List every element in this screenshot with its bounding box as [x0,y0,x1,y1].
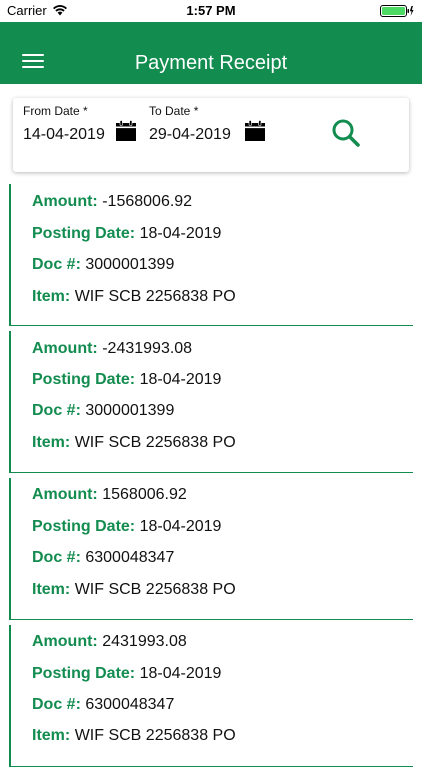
status-bar: Carrier 1:57 PM [0,0,422,22]
item-row: Item: WIF SCB 2256838 PO [32,433,236,453]
item-label: Item: [32,581,71,598]
from-date-value[interactable]: 14-04-2019 [23,125,105,145]
doc-row: Doc #: 3000001399 [32,255,174,275]
doc-value: 3000001399 [85,402,175,419]
calendar-icon[interactable] [244,120,266,142]
amount-label: Amount: [32,633,98,650]
item-row: Item: WIF SCB 2256838 PO [32,580,236,600]
doc-value: 6300048347 [85,696,175,713]
posting-date-label: Posting Date: [32,665,136,682]
app-header: Payment Receipt [0,22,422,84]
page-title: Payment Receipt [134,52,288,74]
item-row: Item: WIF SCB 2256838 PO [32,726,236,746]
amount-value: 2431993.08 [102,633,187,650]
item-value: WIF SCB 2256838 PO [74,581,236,598]
receipt-card[interactable]: Amount: -2431993.08 Posting Date: 18-04-… [9,331,413,473]
amount-value: -1568006.92 [102,193,193,210]
posting-date-value: 18-04-2019 [139,225,222,242]
to-date-label: To Date * [149,104,199,118]
doc-label: Doc #: [32,402,81,419]
doc-value: 3000001399 [85,256,175,273]
date-filter-card: From Date * 14-04-2019 To Date * 29-04-2… [13,98,409,172]
doc-value: 6300048347 [85,549,175,566]
amount-row: Amount: 2431993.08 [32,632,187,652]
posting-date-value: 18-04-2019 [139,518,222,535]
receipt-card[interactable]: Amount: 1568006.92 Posting Date: 18-04-2… [9,478,413,620]
posting-date-label: Posting Date: [32,225,136,242]
from-date-field[interactable]: From Date * 14-04-2019 [23,104,105,145]
posting-date-label: Posting Date: [32,371,136,388]
item-label: Item: [32,434,71,451]
item-value: WIF SCB 2256838 PO [74,288,236,305]
amount-row: Amount: -1568006.92 [32,192,192,212]
doc-label: Doc #: [32,549,81,566]
doc-label: Doc #: [32,696,81,713]
battery-icon [380,5,414,17]
posting-date-value: 18-04-2019 [139,371,222,388]
calendar-icon[interactable] [115,120,137,142]
item-label: Item: [32,288,71,305]
status-time: 1:57 PM [186,3,236,18]
search-icon[interactable] [330,117,362,149]
amount-label: Amount: [32,340,98,357]
to-date-field[interactable]: To Date * 29-04-2019 [149,104,231,145]
amount-label: Amount: [32,486,98,503]
amount-row: Amount: 1568006.92 [32,485,187,505]
receipt-card[interactable]: Amount: 2431993.08 Posting Date: 18-04-2… [9,625,413,767]
item-value: WIF SCB 2256838 PO [74,727,236,744]
doc-row: Doc #: 6300048347 [32,548,174,568]
doc-label: Doc #: [32,256,81,273]
doc-row: Doc #: 6300048347 [32,695,174,715]
posting-date-row: Posting Date: 18-04-2019 [32,224,221,244]
item-value: WIF SCB 2256838 PO [74,434,236,451]
doc-row: Doc #: 3000001399 [32,401,174,421]
posting-date-row: Posting Date: 18-04-2019 [32,664,221,684]
posting-date-row: Posting Date: 18-04-2019 [32,370,221,390]
amount-value: 1568006.92 [102,486,187,503]
posting-date-label: Posting Date: [32,518,136,535]
receipt-card[interactable]: Amount: -1568006.92 Posting Date: 18-04-… [9,184,413,326]
posting-date-value: 18-04-2019 [139,665,222,682]
amount-row: Amount: -2431993.08 [32,339,192,359]
amount-value: -2431993.08 [102,340,193,357]
from-date-label: From Date * [23,104,88,118]
item-row: Item: WIF SCB 2256838 PO [32,287,236,307]
to-date-value[interactable]: 29-04-2019 [149,125,231,145]
posting-date-row: Posting Date: 18-04-2019 [32,517,221,537]
amount-label: Amount: [32,193,98,210]
item-label: Item: [32,727,71,744]
